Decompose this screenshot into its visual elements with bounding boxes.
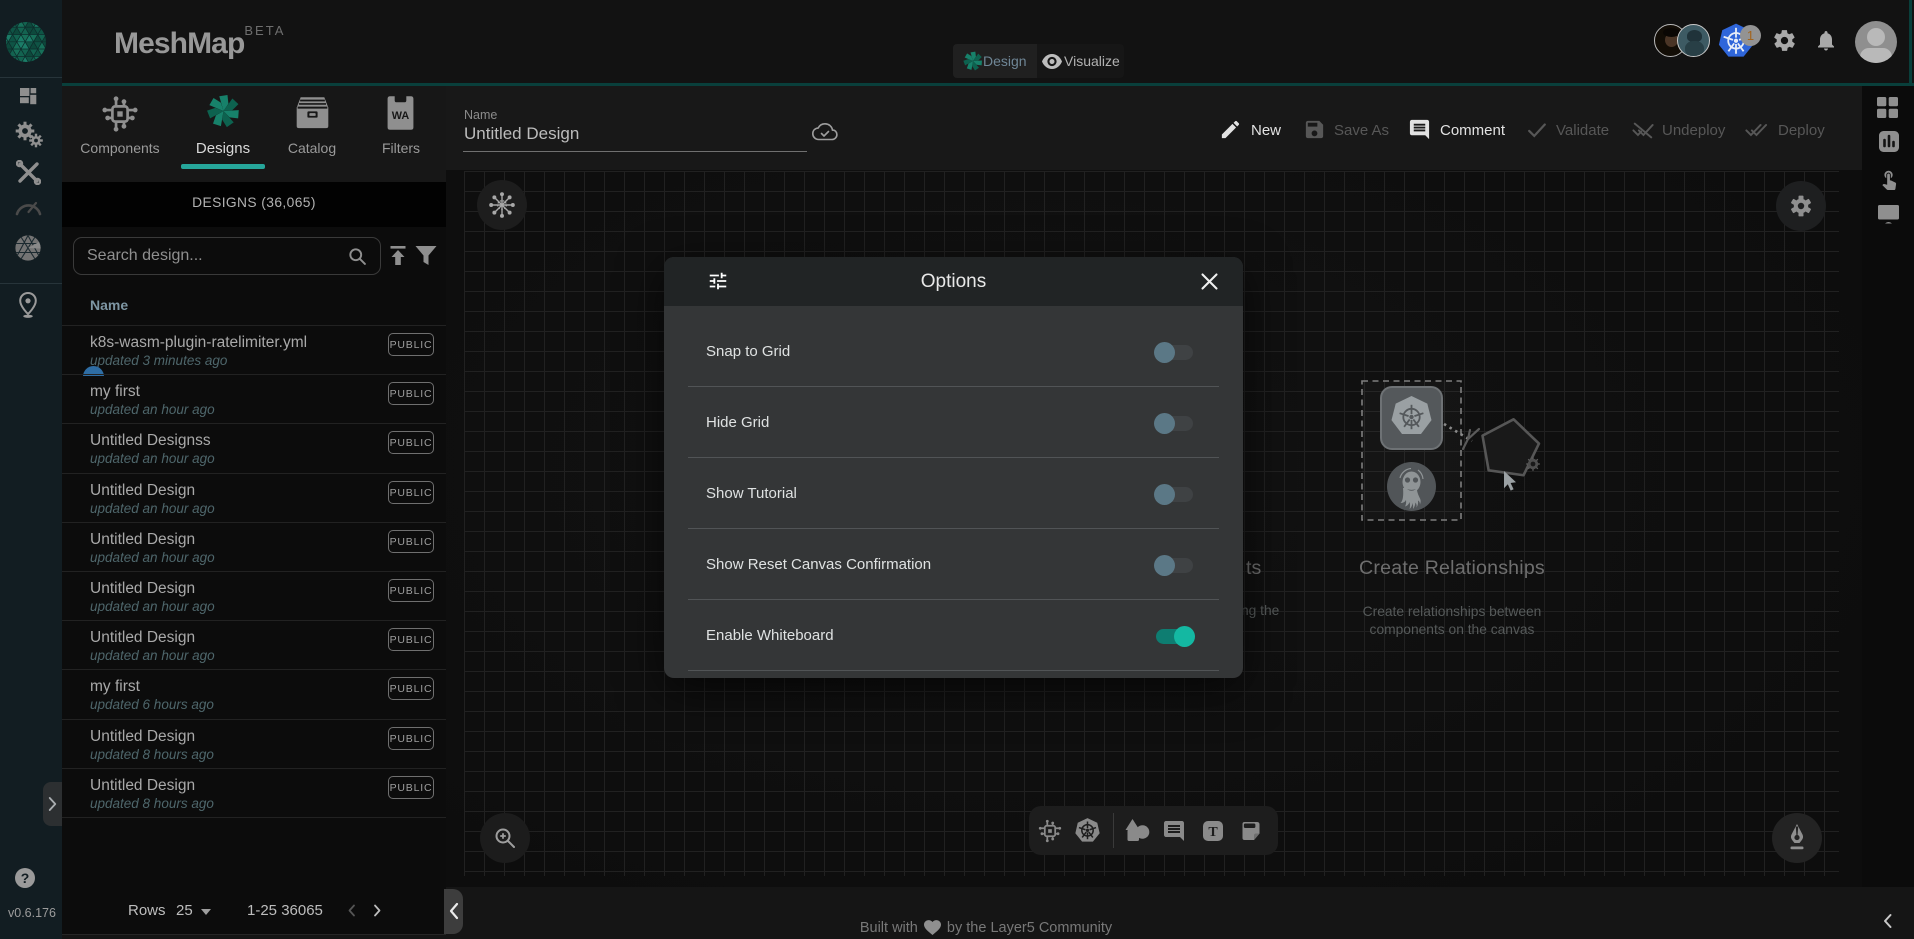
svg-text:WA: WA: [392, 110, 410, 122]
svg-text:T: T: [1208, 825, 1218, 840]
